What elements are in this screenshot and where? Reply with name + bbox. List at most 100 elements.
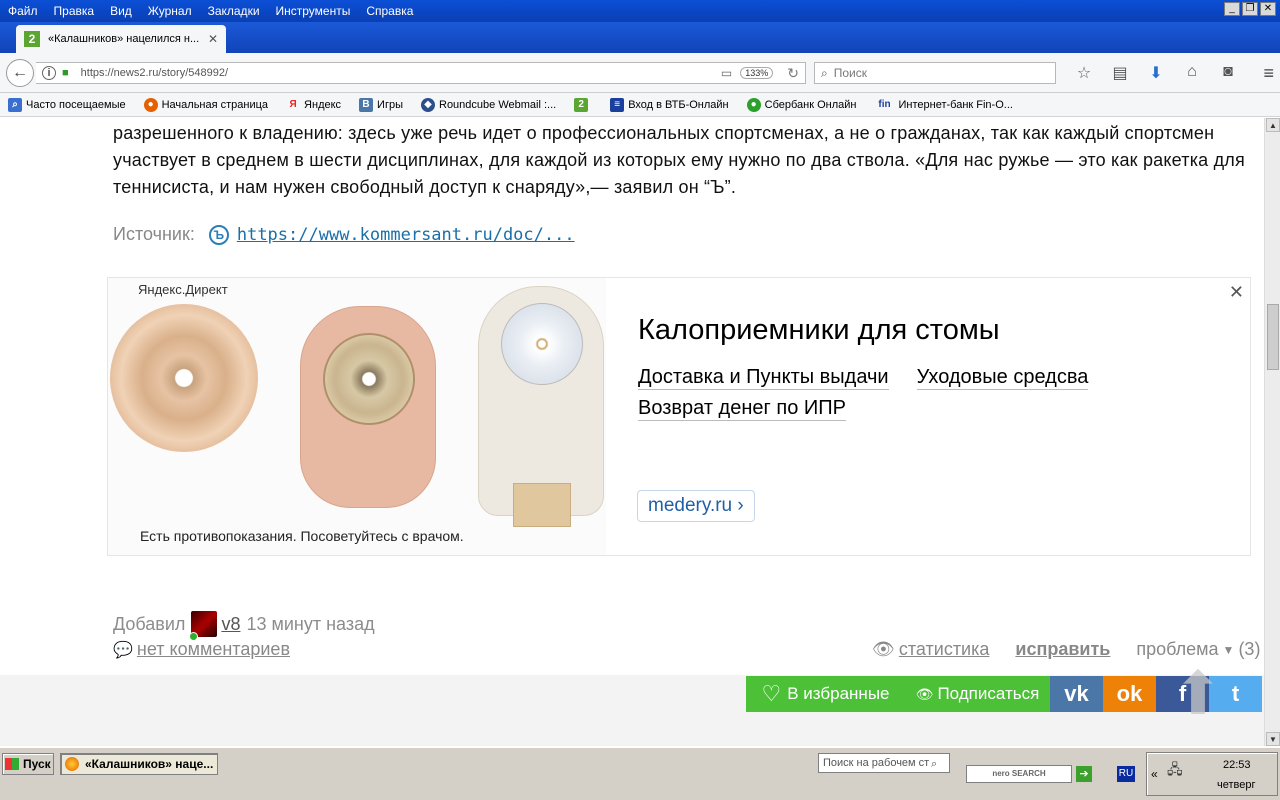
task-title: «Калашников» наце...	[85, 757, 214, 771]
scrollbar-thumb[interactable]	[1267, 304, 1279, 370]
info-icon[interactable]: i	[42, 66, 56, 80]
heart-icon: ♡	[761, 681, 782, 706]
search-icon[interactable]: ⌕	[931, 755, 947, 771]
scroll-down-arrow-icon[interactable]: ▼	[1266, 732, 1280, 746]
eye-icon: 👁	[872, 639, 895, 659]
comments-link[interactable]: нет комментариев	[137, 639, 290, 660]
menu-tools[interactable]: Инструменты	[268, 4, 359, 18]
article-source: Источник: Ъ https://www.kommersant.ru/do…	[113, 224, 575, 245]
start-button[interactable]: Пуск	[2, 753, 54, 775]
search-icon: ⌕	[821, 65, 828, 80]
bookmark-label: Сбербанк Онлайн	[764, 98, 857, 111]
comment-bubble-icon: 💬	[113, 641, 133, 659]
tray-expand-icon[interactable]: «	[1151, 767, 1158, 781]
fix-link[interactable]: исправить	[1015, 639, 1110, 660]
vk-icon: B	[359, 97, 374, 112]
post-time: 13 минут назад	[246, 613, 375, 634]
bookmark-home-page[interactable]: ● Начальная страница	[136, 97, 269, 112]
ad-link-care[interactable]: Уходовые средсва	[916, 365, 1089, 390]
menu-bookmarks[interactable]: Закладки	[200, 4, 268, 18]
network-icon[interactable]: 🖧	[1167, 759, 1183, 783]
back-button[interactable]: ←	[6, 59, 34, 87]
bookmark-label: Roundcube Webmail :...	[439, 98, 557, 111]
restore-button[interactable]: ❐	[1242, 2, 1258, 16]
menu-history[interactable]: Журнал	[140, 4, 200, 18]
bookmark-fin[interactable]: fin Интернет-банк Fin-O...	[867, 98, 1013, 112]
vtb-icon: ≡	[610, 97, 625, 112]
menu-hamburger-icon[interactable]: ≡	[1263, 63, 1274, 84]
bookmarks-list-icon[interactable]: ▤	[1102, 63, 1138, 83]
scroll-to-top-icon[interactable]: ⬆	[1158, 664, 1238, 728]
vk-share-icon[interactable]: vk	[1050, 676, 1103, 712]
menu-bar: Файл Правка Вид Журнал Закладки Инструме…	[0, 0, 1280, 22]
bookmark-sberbank[interactable]: ● Сбербанк Онлайн	[739, 97, 857, 112]
zoom-badge[interactable]: 133%	[740, 67, 774, 79]
url-text[interactable]: https://news2.ru/story/548992/	[81, 67, 721, 79]
toolbar-icons: ☆ ▤ ⬇ ⌂ ◙	[1066, 63, 1246, 83]
go-arrow-icon[interactable]: ➔	[1076, 766, 1092, 782]
page-content: разрешенного к владению: здесь уже речь …	[0, 118, 1264, 746]
problem-dropdown[interactable]: проблема	[1136, 639, 1218, 660]
firefox-icon	[65, 757, 79, 771]
ad-block[interactable]: Яндекс.Директ Есть противопоказания. Пос…	[107, 277, 1251, 556]
menu-view[interactable]: Вид	[102, 4, 140, 18]
ad-domain-button[interactable]: medery.ru ›	[637, 490, 755, 522]
add-to-favorites-button[interactable]: ♡ В избранные	[746, 676, 905, 712]
ad-network-label: Яндекс.Директ	[138, 282, 228, 297]
tab-active[interactable]: 2 «Калашников» нацелился н... ✕	[16, 25, 226, 53]
reader-view-icon[interactable]: ▭	[721, 66, 732, 80]
minimize-button[interactable]: _	[1224, 2, 1240, 16]
bookmark-label: Игры	[377, 98, 403, 111]
menu-help[interactable]: Справка	[358, 4, 421, 18]
menu-edit[interactable]: Правка	[46, 4, 103, 18]
ad-title[interactable]: Калоприемники для стомы	[638, 314, 1000, 347]
download-icon[interactable]: ⬇	[1138, 63, 1174, 83]
subscribe-button[interactable]: 👁 Подписаться	[905, 676, 1050, 712]
nero-search-input[interactable]: nero SEARCH	[966, 765, 1072, 783]
chevron-down-icon[interactable]: ▼	[1223, 643, 1235, 657]
bookmark-roundcube[interactable]: ◆ Roundcube Webmail :...	[413, 97, 557, 112]
close-icon[interactable]: ✕	[1229, 282, 1244, 303]
statistics-link[interactable]: статистика	[899, 639, 990, 660]
ad-link-refund[interactable]: Возврат денег по ИПР	[638, 396, 846, 421]
comments-row: 💬 нет комментариев	[113, 639, 290, 660]
nav-bar: ← i ■ https://news2.ru/story/548992/ ▭ 1…	[0, 53, 1280, 93]
start-label: Пуск	[23, 757, 51, 771]
source-label: Источник:	[113, 224, 195, 244]
bookmark-yandex[interactable]: Я Яндекс	[278, 98, 341, 112]
scroll-up-arrow-icon[interactable]: ▲	[1266, 118, 1280, 132]
story-meta: Добавил v8 13 минут назад	[113, 611, 375, 641]
language-indicator[interactable]: RU	[1117, 766, 1135, 782]
menu-file[interactable]: Файл	[0, 4, 46, 18]
odnoklassniki-share-icon[interactable]: ok	[1103, 676, 1156, 712]
close-window-button[interactable]: ✕	[1260, 2, 1276, 16]
bookmark-frequent[interactable]: ⌕ Часто посещаемые	[0, 97, 126, 112]
close-tab-icon[interactable]: ✕	[208, 32, 218, 46]
bookmark-label: Вход в ВТБ-Онлайн	[628, 98, 729, 111]
source-link[interactable]: https://www.kommersant.ru/doc/...	[237, 225, 575, 245]
home-icon[interactable]: ⌂	[1174, 63, 1210, 83]
avatar[interactable]	[189, 611, 218, 641]
reload-icon[interactable]: ↻	[787, 65, 799, 82]
pocket-icon[interactable]: ◙	[1210, 63, 1246, 83]
subscribe-label: Подписаться	[937, 684, 1040, 703]
user-link[interactable]: v8	[221, 614, 240, 635]
bookmarks-bar: ⌕ Часто посещаемые ● Начальная страница …	[0, 93, 1280, 117]
bookmark-vtb[interactable]: ≡ Вход в ВТБ-Онлайн	[602, 97, 729, 112]
vertical-scrollbar[interactable]: ▲ ▼	[1264, 118, 1280, 746]
bookmark-news2[interactable]: 2	[566, 97, 592, 112]
bookmark-games[interactable]: B Игры	[351, 97, 403, 112]
tab-strip: 2 «Калашников» нацелился н... ✕ +	[0, 22, 1280, 70]
product-image-flange	[110, 304, 258, 452]
bookmark-star-icon[interactable]: ☆	[1066, 63, 1102, 83]
ad-image[interactable]: Яндекс.Директ Есть противопоказания. Пос…	[108, 278, 606, 555]
bookmark-label: Начальная страница	[161, 98, 269, 111]
window-controls: _ ❐ ✕	[1224, 2, 1276, 16]
search-input[interactable]: ⌕ Поиск	[814, 62, 1056, 84]
url-bar[interactable]: i ■ https://news2.ru/story/548992/ ▭ 133…	[36, 62, 806, 84]
ad-link-delivery[interactable]: Доставка и Пункты выдачи	[638, 365, 889, 390]
lock-icon[interactable]: ■	[62, 67, 69, 79]
taskbar-firefox-window[interactable]: «Калашников» наце...	[60, 753, 218, 775]
clock-time[interactable]: 22:53	[1223, 759, 1251, 771]
desktop-search-input[interactable]: Поиск на рабочем ст ⌕	[818, 753, 950, 773]
